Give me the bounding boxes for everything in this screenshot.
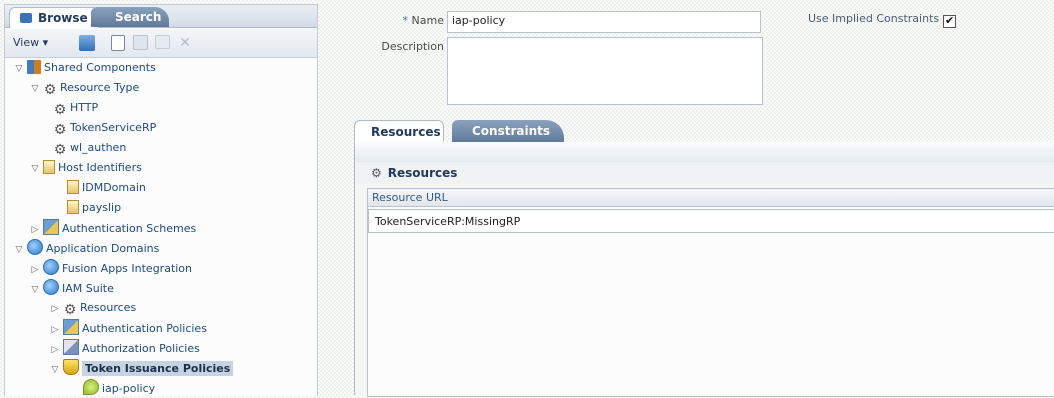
description-field[interactable] [447, 37, 763, 105]
tree-expander[interactable]: ▽ [29, 80, 41, 98]
shield-icon [63, 359, 79, 375]
tab-search-label: Search [115, 10, 162, 24]
gear-icon: ⚙ [63, 302, 77, 318]
navigation-pane: Browse Search View ▾ ✕ ▽ Shared Component… [4, 4, 318, 396]
tree-node-idmdomain[interactable]: IDMDomain [67, 179, 146, 197]
tree-node-label: wl_authen [70, 141, 127, 154]
view-menu[interactable]: View ▾ [13, 36, 48, 49]
resources-section-title: Resources [387, 166, 458, 180]
tree-node-authentication-policies[interactable]: ▷ Authentication Policies [49, 319, 207, 337]
resources-section-header: ⚙ Resources [355, 162, 1054, 184]
tree-expander[interactable]: ▷ [29, 221, 41, 239]
tree-expander[interactable]: ▷ [29, 261, 41, 279]
tree-node-resources[interactable]: ▷ ⚙ Resources [49, 299, 137, 318]
name-label: * Name [340, 14, 444, 27]
globe-icon [43, 259, 59, 275]
tree-node-fusion-apps-integration[interactable]: ▷ Fusion Apps Integration [29, 259, 192, 277]
gear-icon: ⚙ [43, 82, 57, 98]
tree-node-iap-policy[interactable]: iap-policy [83, 379, 155, 397]
tab-browse[interactable]: Browse [9, 7, 99, 28]
tree-expander[interactable]: ▷ [49, 300, 61, 318]
gear-icon: ⚙ [53, 122, 67, 138]
tree-node-authorization-policies[interactable]: ▷ Authorization Policies [49, 339, 200, 357]
tree-expander[interactable]: ▽ [29, 281, 41, 299]
tree-node-label: Resources [80, 301, 137, 314]
tree-node-token-issuance-policies[interactable]: ▽ Token Issuance Policies [49, 359, 234, 379]
tree-node-label: Authorization Policies [82, 342, 200, 355]
duplicate-icon[interactable] [133, 35, 148, 50]
tree-node-label: IDMDomain [82, 181, 146, 194]
tree-node-authentication-schemes[interactable]: ▷ Authentication Schemes [29, 219, 196, 237]
authentication-scheme-icon [43, 219, 59, 235]
detail-tab-bar: Resources Constraints [354, 118, 1054, 143]
policy-leaf-icon [83, 379, 99, 395]
delete-icon[interactable]: ✕ [177, 35, 193, 51]
tab-browse-label: Browse [38, 11, 88, 25]
new-item-icon[interactable] [111, 35, 125, 51]
tree-node-label: payslip [82, 201, 122, 214]
tab-search[interactable]: Search [91, 7, 169, 27]
tree-node-resource-type[interactable]: ▽ ⚙ Resource Type [29, 79, 140, 98]
tree-node-label: Shared Components [44, 61, 156, 74]
resources-panel: ⚙ Resources Resource URL TokenServiceRP:M… [354, 142, 1054, 397]
tree-node-label: Authentication Schemes [62, 222, 197, 235]
tree-node-label: HTTP [70, 101, 99, 114]
gear-icon: ⚙ [53, 102, 67, 118]
tree-node-wl-authen[interactable]: ⚙ wl_authen [53, 139, 127, 158]
tree-expander[interactable]: ▽ [29, 160, 41, 178]
refresh-icon[interactable] [79, 35, 95, 51]
tab-constraints[interactable]: Constraints [452, 120, 564, 142]
gear-icon: ⚙ [53, 142, 67, 158]
description-label: Description [381, 40, 444, 53]
tree-node-label: Resource Type [60, 81, 140, 94]
browse-icon [20, 13, 32, 23]
tree-node-label: Fusion Apps Integration [62, 262, 193, 275]
authorization-policy-icon [63, 339, 79, 355]
tree-node-label: iap-policy [102, 382, 156, 395]
tree-expander[interactable]: ▷ [49, 341, 61, 359]
tree-node-label: IAM Suite [62, 282, 114, 295]
tree-expander[interactable]: ▷ [49, 321, 61, 339]
table-row[interactable]: TokenServiceRP:MissingRP [368, 209, 1054, 233]
gear-icon: ⚙ [371, 166, 382, 180]
folder-icon[interactable] [155, 35, 170, 49]
name-label-text: Name [411, 14, 444, 27]
globe-icon [27, 239, 43, 255]
tree-node-label: Application Domains [46, 242, 160, 255]
tree-node-http[interactable]: ⚙ HTTP [53, 99, 98, 117]
shared-components-icon [27, 60, 41, 74]
tree-node-shared-components[interactable]: ▽ Shared Components [13, 59, 156, 77]
tree-node-label: TokenServiceRP [70, 121, 157, 134]
globe-icon [43, 279, 59, 295]
document-icon [67, 180, 79, 194]
tree-node-payslip[interactable]: payslip [67, 199, 121, 217]
left-tab-bar: Browse Search [5, 5, 317, 28]
document-icon [67, 200, 79, 214]
use-implied-constraints-checkbox[interactable]: ✔ [943, 15, 957, 28]
tree-node-application-domains[interactable]: ▽ Application Domains [13, 239, 159, 257]
authentication-policy-icon [63, 319, 79, 335]
tab-resources[interactable]: Resources [354, 120, 444, 142]
tree-expander[interactable]: ▽ [13, 241, 25, 259]
column-header-resource-url[interactable]: Resource URL [368, 189, 1054, 207]
tree-node-tokenservicerp[interactable]: ⚙ TokenServiceRP [53, 119, 157, 138]
tree-node-label: Token Issuance Policies [82, 361, 234, 376]
resources-table: Resource URL TokenServiceRP:MissingRP [367, 188, 1054, 397]
tree-toolbar: View ▾ ✕ [5, 29, 317, 58]
use-implied-constraints: Use Implied Constraints ✔ [808, 12, 957, 28]
tree-node-host-identifiers[interactable]: ▽ Host Identifiers [29, 159, 142, 177]
required-marker: * [402, 14, 409, 27]
name-field[interactable]: iap-policy [447, 11, 761, 33]
tree-node-label: Authentication Policies [82, 322, 207, 335]
document-icon [43, 160, 55, 174]
tree-node-label: Host Identifiers [58, 161, 142, 174]
tree-expander[interactable]: ▽ [49, 361, 61, 379]
tree-expander[interactable]: ▽ [13, 60, 25, 78]
tree-node-iam-suite[interactable]: ▽ IAM Suite [29, 279, 114, 297]
panel-strip [355, 142, 1054, 162]
use-implied-constraints-label: Use Implied Constraints [808, 12, 940, 25]
